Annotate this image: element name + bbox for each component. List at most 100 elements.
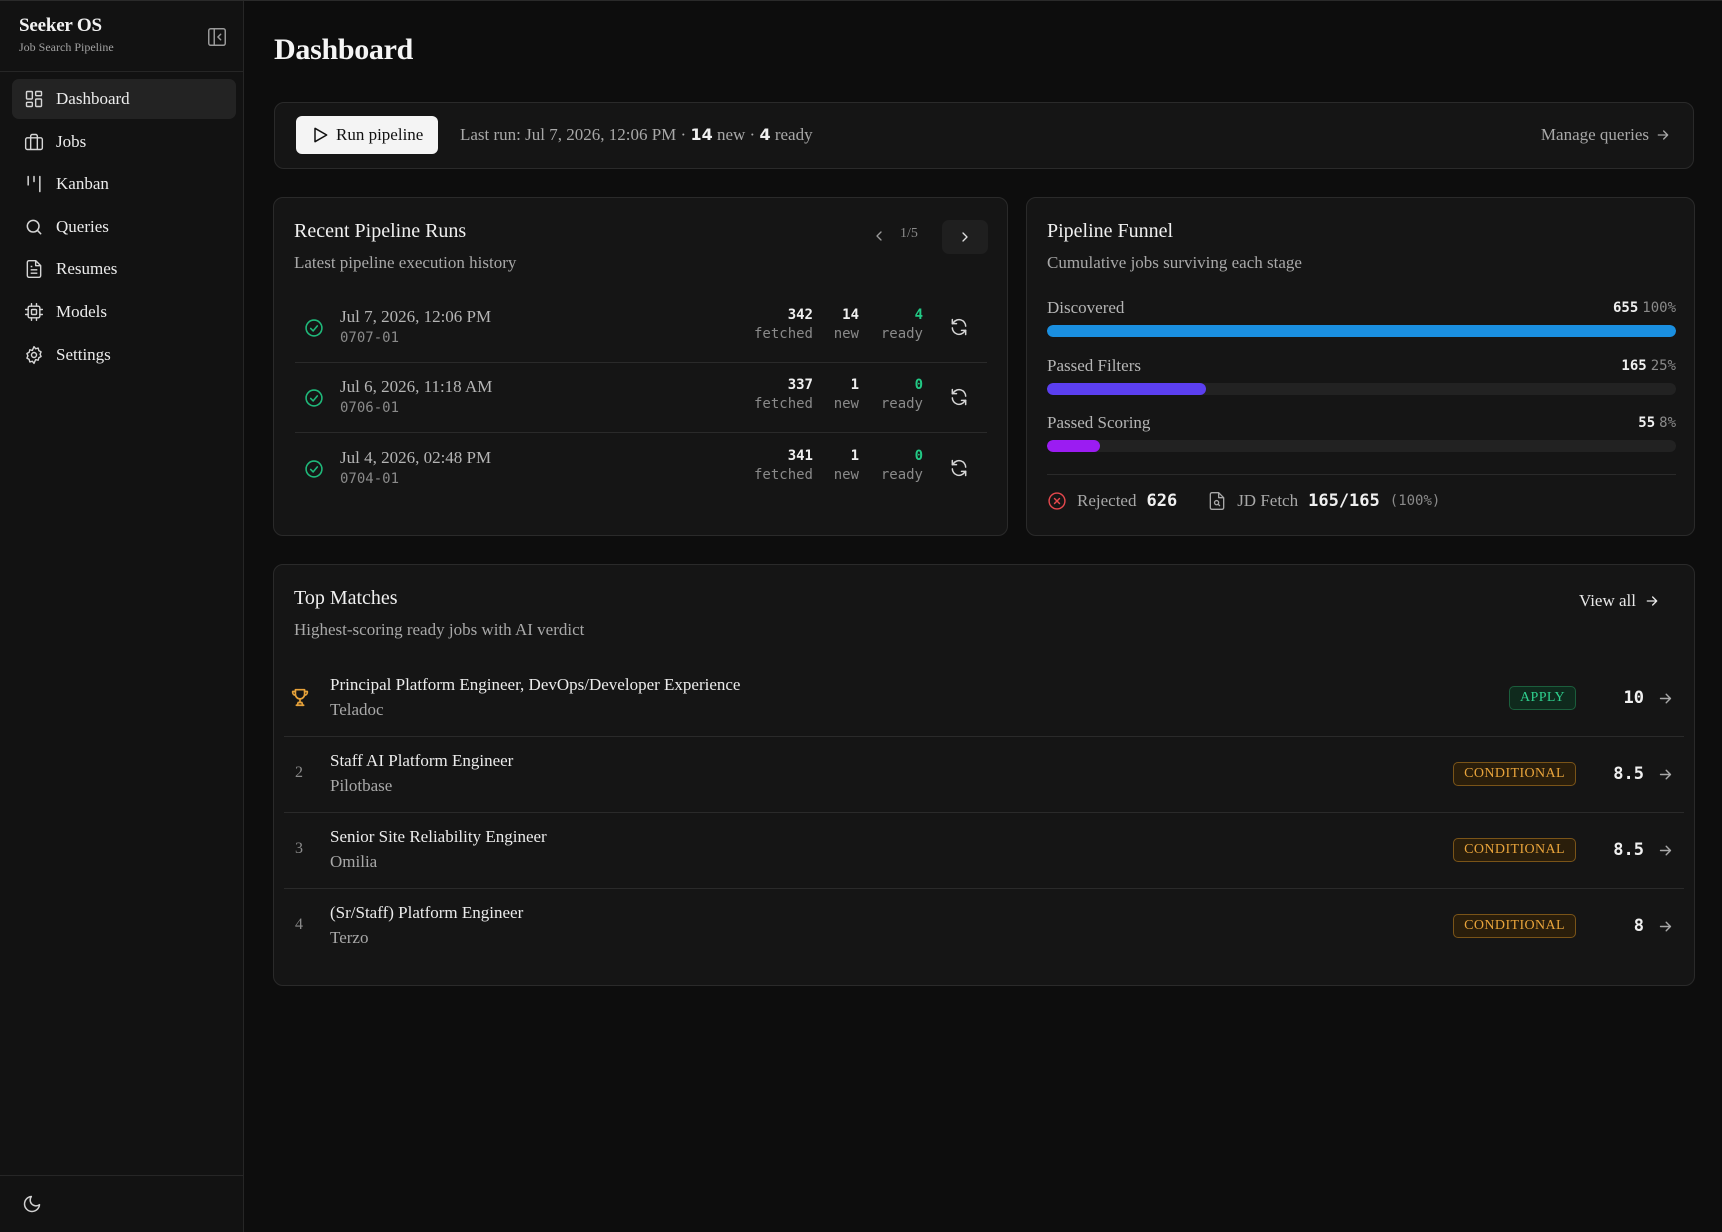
verdict-badge: CONDITIONAL (1453, 762, 1576, 786)
moon-icon[interactable] (22, 1194, 42, 1214)
last-run-ready-label: ready (774, 125, 813, 144)
run-row[interactable]: Jul 7, 2026, 12:06 PM 0707-01 342 fetched… (295, 293, 987, 363)
new-label: new (833, 467, 859, 483)
view-all-link[interactable]: View all (1579, 591, 1660, 611)
brand: Seeker OS Job Search Pipeline (19, 15, 114, 55)
ready-label: ready (880, 326, 923, 342)
funnel-stage-value: 165 25% (1621, 358, 1676, 374)
run-id: 0706-01 (340, 400, 400, 416)
refresh-icon[interactable] (949, 458, 969, 478)
refresh-icon[interactable] (949, 387, 969, 407)
chevron-left-icon (876, 231, 882, 241)
app-subtitle: Job Search Pipeline (19, 40, 114, 54)
pipeline-funnel-card: Pipeline Funnel Cumulative jobs survivin… (1026, 197, 1695, 536)
match-title: Staff AI Platform Engineer (330, 751, 514, 770)
card-subtitle: Latest pipeline execution history (294, 253, 517, 272)
funnel-bar-fill (1047, 325, 1676, 337)
sidebar-item-label: Resumes (56, 259, 118, 279)
view-all-label: View all (1578, 591, 1636, 610)
run-pipeline-button[interactable]: Run pipeline (296, 116, 438, 154)
sidebar-item-label: Kanban (56, 174, 109, 194)
match-row[interactable]: 2 Staff AI Platform Engineer Pilotbase C… (284, 737, 1684, 813)
funnel-bar-track (1047, 383, 1676, 395)
run-new-stat: 1 new (834, 377, 859, 412)
arrow-right-icon (1657, 690, 1674, 707)
sidebar-item-resumes[interactable]: Resumes (12, 249, 236, 289)
run-fetched-stat: 337 fetched (754, 377, 813, 412)
match-score: 8.5 (1613, 764, 1644, 784)
run-date: Jul 7, 2026, 12:06 PM (340, 307, 492, 326)
x-circle-icon (1047, 491, 1067, 511)
run-ready-stat: 0 ready (881, 448, 923, 483)
run-ready-stat: 0 ready (881, 377, 923, 412)
last-run-new-count: 14 (690, 125, 713, 144)
run-row[interactable]: Jul 6, 2026, 11:18 AM 0706-01 337 fetched… (295, 363, 987, 433)
sidebar-item-models[interactable]: Models (12, 292, 236, 332)
match-company: Teladoc (330, 700, 384, 719)
funnel-bar-fill (1047, 440, 1100, 452)
pager-next-button[interactable] (942, 220, 988, 254)
card-title: Pipeline Funnel (1047, 220, 1174, 242)
last-run-text: Last run: Jul 7, 2026, 12:06 PM · (460, 125, 687, 144)
fetched-label: fetched (753, 467, 813, 483)
refresh-icon[interactable] (949, 317, 969, 337)
check-circle-icon (304, 318, 324, 338)
run-row[interactable]: Jul 4, 2026, 02:48 PM 0704-01 341 fetched… (295, 434, 987, 504)
funnel-stage-pct: 100% (1642, 300, 1676, 316)
funnel-divider (1047, 474, 1676, 475)
run-date: Jul 6, 2026, 11:18 AM (340, 377, 493, 396)
pager-indicator: 1/5 (900, 226, 918, 241)
last-run-ready-count: 4 (759, 125, 771, 144)
funnel-stage-name: Passed Scoring (1047, 413, 1151, 432)
run-pipeline-label: Run pipeline (336, 125, 424, 144)
last-run-new-label: new · (716, 125, 756, 144)
run-new-stat: 14 new (834, 307, 859, 342)
funnel-bar-track (1047, 325, 1676, 337)
dashboard-icon (24, 89, 44, 109)
sidebar-divider (0, 1175, 243, 1176)
match-row[interactable]: Principal Platform Engineer, DevOps/Deve… (284, 661, 1684, 737)
new-count: 1 (850, 377, 859, 393)
sidebar-item-kanban[interactable]: Kanban (12, 164, 236, 204)
match-title: (Sr/Staff) Platform Engineer (330, 903, 524, 922)
verdict-badge: CONDITIONAL (1453, 914, 1576, 938)
fetched-count: 341 (787, 448, 813, 464)
manage-queries-label: Manage queries (1540, 125, 1649, 144)
pager-prev-button[interactable] (862, 220, 896, 252)
manage-queries-link[interactable]: Manage queries (1541, 125, 1671, 145)
funnel-stage-name: Discovered (1047, 298, 1125, 317)
ready-label: ready (880, 467, 923, 483)
chevron-right-icon (962, 232, 968, 242)
match-row[interactable]: 3 Senior Site Reliability Engineer Omili… (284, 813, 1684, 889)
funnel-stage-count: 165 (1621, 358, 1647, 374)
sidebar-item-label: Jobs (56, 131, 87, 151)
sidebar-item-settings[interactable]: Settings (12, 335, 236, 375)
new-label: new (833, 396, 859, 412)
run-date: Jul 4, 2026, 02:48 PM (340, 448, 492, 467)
play-icon (314, 127, 328, 143)
trophy-icon (289, 686, 311, 708)
sidebar-item-dashboard[interactable]: Dashboard (12, 79, 236, 119)
card-subtitle: Cumulative jobs surviving each stage (1047, 253, 1302, 272)
sidebar-item-label: Queries (56, 216, 109, 236)
ready-count: 0 (914, 448, 923, 464)
funnel-stage-value: 655 100% (1613, 300, 1676, 316)
match-score: 8 (1633, 916, 1644, 936)
gear-icon (24, 345, 44, 365)
file-search-icon (1207, 491, 1227, 511)
fetched-label: fetched (753, 326, 813, 342)
funnel-bar-track (1047, 440, 1676, 452)
match-company: Terzo (330, 928, 369, 947)
ready-label: ready (880, 396, 923, 412)
match-row[interactable]: 4 (Sr/Staff) Platform Engineer Terzo CON… (284, 889, 1684, 965)
arrow-right-icon (1646, 596, 1658, 606)
card-title: Top Matches (294, 587, 398, 609)
sidebar-collapse-icon[interactable] (206, 26, 228, 48)
sidebar-item-queries[interactable]: Queries (12, 207, 236, 247)
fetched-label: fetched (753, 396, 813, 412)
run-fetched-stat: 342 fetched (754, 307, 813, 342)
sidebar-item-jobs[interactable]: Jobs (12, 122, 236, 162)
match-company: Omilia (330, 852, 378, 871)
new-count: 14 (842, 307, 859, 323)
funnel-stage-name: Passed Filters (1047, 356, 1141, 375)
